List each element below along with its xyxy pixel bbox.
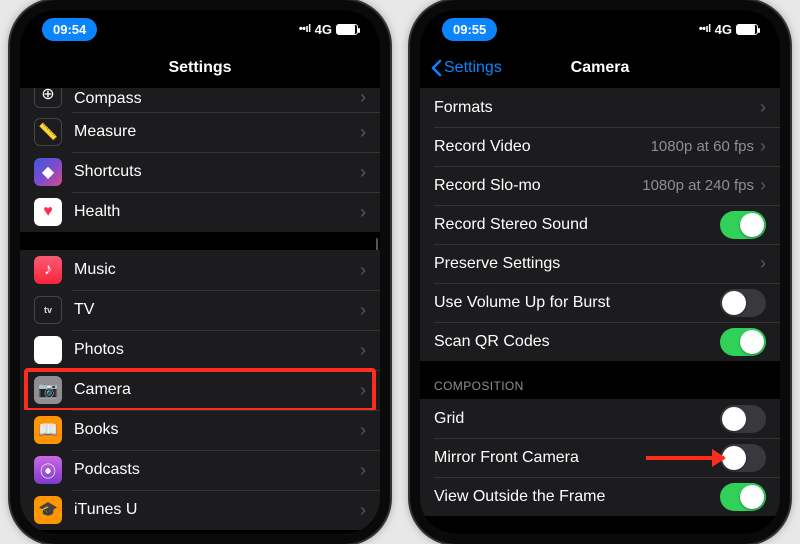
toggle-switch[interactable]: [720, 289, 766, 317]
notch: [515, 10, 685, 38]
row-label: Record Stereo Sound: [434, 216, 720, 234]
row-label: Scan QR Codes: [434, 333, 720, 351]
photos-icon: ✿: [34, 336, 62, 364]
nav-bar: Settings Camera: [420, 48, 780, 88]
settings-row-health[interactable]: ♥ Health›: [20, 192, 380, 232]
row-label: Books: [74, 421, 360, 439]
chevron-right-icon: ›: [360, 260, 366, 281]
row-label: Health: [74, 203, 360, 221]
row-label: Use Volume Up for Burst: [434, 294, 720, 312]
notch: [115, 10, 285, 38]
settings-row-scan-qr-codes[interactable]: Scan QR Codes: [420, 322, 780, 361]
settings-row-record-stereo-sound[interactable]: Record Stereo Sound: [420, 205, 780, 244]
settings-row-camera[interactable]: 📷 Camera›: [20, 370, 380, 410]
settings-row-measure[interactable]: 📏 Measure›: [20, 112, 380, 152]
row-label: Compass: [74, 90, 360, 108]
toggle-switch[interactable]: [720, 211, 766, 239]
row-label: Grid: [434, 410, 720, 428]
settings-row-photos[interactable]: ✿ Photos›: [20, 330, 380, 370]
settings-row-podcasts[interactable]: ⦿ Podcasts›: [20, 450, 380, 490]
settings-row-music[interactable]: ♪ Music›: [20, 250, 380, 290]
settings-row-books[interactable]: 📖 Books›: [20, 410, 380, 450]
settings-row-use-volume-up-for-burst[interactable]: Use Volume Up for Burst: [420, 283, 780, 322]
itunesu-icon: 🎓: [34, 496, 62, 524]
chevron-right-icon: ›: [760, 253, 766, 274]
settings-row-compass[interactable]: ⊕ Compass›: [20, 88, 380, 112]
settings-row-mirror-front-camera[interactable]: Mirror Front Camera: [420, 438, 780, 477]
podcasts-icon: ⦿: [34, 456, 62, 484]
status-time: 09:54: [42, 18, 97, 41]
compass-icon: ⊕: [34, 88, 62, 108]
chevron-right-icon: ›: [360, 500, 366, 521]
chevron-right-icon: ›: [360, 202, 366, 223]
music-icon: ♪: [34, 256, 62, 284]
toggle-switch[interactable]: [720, 483, 766, 511]
toggle-switch[interactable]: [720, 328, 766, 356]
settings-row-tv[interactable]: tv TV›: [20, 290, 380, 330]
settings-row-view-outside-the-frame[interactable]: View Outside the Frame: [420, 477, 780, 516]
chevron-right-icon: ›: [360, 300, 366, 321]
chevron-right-icon: ›: [360, 420, 366, 441]
toggle-switch[interactable]: [720, 444, 766, 472]
settings-row-grid[interactable]: Grid: [420, 399, 780, 438]
row-label: Camera: [74, 381, 360, 399]
row-value: 1080p at 240 fps: [642, 177, 754, 194]
chevron-right-icon: ›: [360, 340, 366, 361]
row-value: 1080p at 60 fps: [651, 138, 754, 155]
row-label: Music: [74, 261, 360, 279]
row-label: iTunes U: [74, 501, 360, 519]
network-label: 4G: [715, 22, 732, 37]
chevron-right-icon: ›: [360, 162, 366, 183]
phone-right: 09:55 ••ıl 4G Settings Camera Formats›Re…: [410, 0, 790, 544]
section-header: COMPOSITION: [420, 361, 780, 399]
battery-icon: [336, 24, 358, 35]
settings-row-shortcuts[interactable]: ◆ Shortcuts›: [20, 152, 380, 192]
row-label: Photos: [74, 341, 360, 359]
chevron-right-icon: ›: [360, 460, 366, 481]
row-label: Shortcuts: [74, 163, 360, 181]
back-button[interactable]: Settings: [430, 59, 502, 77]
chevron-right-icon: ›: [760, 136, 766, 157]
signal-icon: ••ıl: [299, 23, 311, 35]
nav-bar: Settings: [20, 48, 380, 88]
row-label: Podcasts: [74, 461, 360, 479]
settings-row-itunes-u[interactable]: 🎓 iTunes U›: [20, 490, 380, 530]
page-title: Settings: [168, 59, 231, 77]
toggle-switch[interactable]: [720, 405, 766, 433]
camera-icon: 📷: [34, 376, 62, 404]
back-label: Settings: [444, 59, 502, 77]
camera-settings-list[interactable]: Formats›Record Video1080p at 60 fps›Reco…: [420, 88, 780, 534]
row-label: Record Slo-mo: [434, 177, 642, 195]
books-icon: 📖: [34, 416, 62, 444]
row-label: Preserve Settings: [434, 255, 760, 273]
chevron-right-icon: ›: [760, 97, 766, 118]
settings-row-preserve-settings[interactable]: Preserve Settings›: [420, 244, 780, 283]
row-label: Record Video: [434, 138, 651, 156]
chevron-left-icon: [430, 59, 442, 77]
chevron-right-icon: ›: [360, 380, 366, 401]
tv-icon: tv: [34, 296, 62, 324]
health-icon: ♥: [34, 198, 62, 226]
shortcuts-icon: ◆: [34, 158, 62, 186]
row-label: View Outside the Frame: [434, 488, 720, 506]
row-label: Measure: [74, 123, 360, 141]
settings-list[interactable]: ⊕Compass›📏Measure›◆Shortcuts›♥Health›♪Mu…: [20, 88, 380, 534]
settings-row-record-slo-mo[interactable]: Record Slo-mo1080p at 240 fps ›: [420, 166, 780, 205]
row-label: Formats: [434, 99, 760, 117]
measure-icon: 📏: [34, 118, 62, 146]
network-label: 4G: [315, 22, 332, 37]
chevron-right-icon: ›: [360, 88, 366, 108]
row-label: Mirror Front Camera: [434, 449, 720, 467]
status-time: 09:55: [442, 18, 497, 41]
battery-icon: [736, 24, 758, 35]
signal-icon: ••ıl: [699, 23, 711, 35]
chevron-right-icon: ›: [760, 175, 766, 196]
chevron-right-icon: ›: [360, 122, 366, 143]
page-title: Camera: [571, 59, 630, 77]
row-label: TV: [74, 301, 360, 319]
phone-left: 09:54 ••ıl 4G Settings ⊕Compass›📏Measure…: [10, 0, 390, 544]
settings-row-record-video[interactable]: Record Video1080p at 60 fps ›: [420, 127, 780, 166]
settings-row-formats[interactable]: Formats›: [420, 88, 780, 127]
